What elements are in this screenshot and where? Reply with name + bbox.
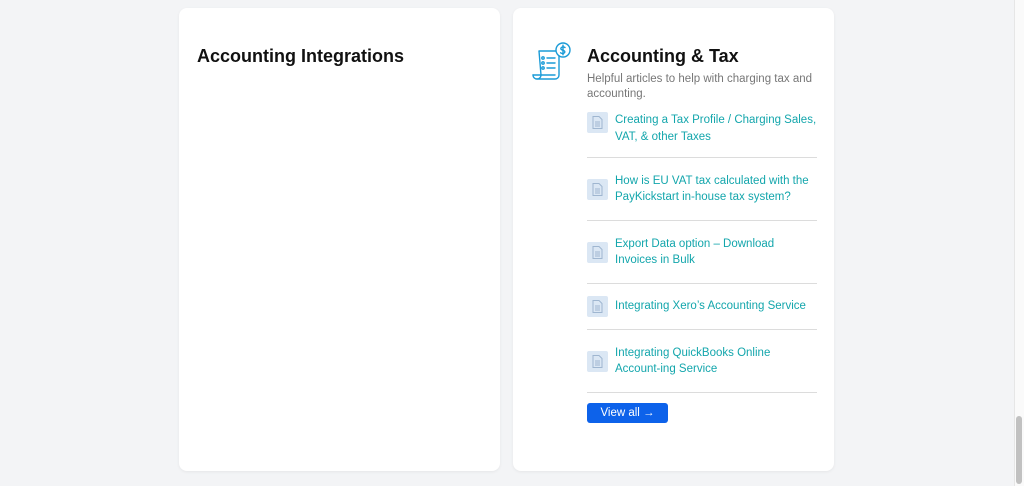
article-link[interactable]: Integrating Xero’s Accounting Service xyxy=(615,298,806,315)
article-link[interactable]: Creating a Tax Profile / Charging Sales,… xyxy=(615,112,817,145)
page: Accounting Integrations Accounting & Tax… xyxy=(0,0,1024,486)
list-item: How is EU VAT tax calculated with the Pa… xyxy=(587,158,817,221)
document-icon xyxy=(587,112,608,133)
scrollbar-thumb[interactable] xyxy=(1016,416,1022,484)
view-all-button[interactable]: View all → xyxy=(587,403,668,423)
document-icon xyxy=(587,241,608,263)
article-list: Creating a Tax Profile / Charging Sales,… xyxy=(587,112,817,393)
category-card-accounting-tax: Accounting & Tax Helpful articles to hel… xyxy=(513,8,834,471)
card-title: Accounting Integrations xyxy=(197,46,404,66)
card-subtitle: Helpful articles to help with charging t… xyxy=(587,73,813,100)
list-item: Integrating QuickBooks Online Account-in… xyxy=(587,330,817,393)
article-link[interactable]: Integrating QuickBooks Online Account-in… xyxy=(615,345,817,378)
document-icon xyxy=(587,178,608,200)
list-item: Export Data option – Download Invoices i… xyxy=(587,221,817,284)
category-card-accounting-integrations: Accounting Integrations xyxy=(179,8,500,471)
list-item: Integrating Xero’s Accounting Service xyxy=(587,284,817,330)
document-icon xyxy=(587,350,608,372)
document-icon xyxy=(587,296,608,317)
card-title: Accounting & Tax xyxy=(587,46,739,66)
article-link[interactable]: How is EU VAT tax calculated with the Pa… xyxy=(615,173,817,206)
article-link[interactable]: Export Data option – Download Invoices i… xyxy=(615,236,817,269)
scrollbar[interactable] xyxy=(1014,0,1024,486)
list-item: Creating a Tax Profile / Charging Sales,… xyxy=(587,112,817,158)
invoice-dollar-icon xyxy=(531,42,573,84)
